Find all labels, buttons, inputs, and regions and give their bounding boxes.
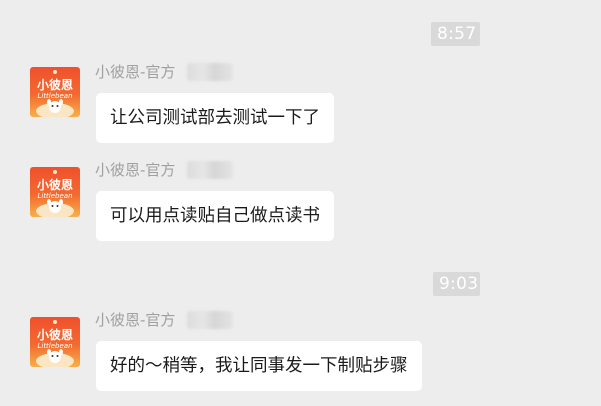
timestamp-badge: 9:03 bbox=[433, 272, 480, 296]
sender-row: 小彼恩-官方 bbox=[95, 62, 234, 82]
sender-name: 小彼恩-官方 bbox=[95, 63, 176, 81]
littlebean-logo-icon: 小彼恩 Littlebean bbox=[30, 67, 80, 117]
avatar[interactable]: 小彼恩 Littlebean bbox=[30, 167, 80, 217]
logo-cn-text: 小彼恩 bbox=[37, 327, 73, 342]
blurred-tag bbox=[187, 161, 234, 179]
logo-cn-text: 小彼恩 bbox=[37, 77, 73, 92]
blurred-tag bbox=[187, 63, 234, 81]
littlebean-logo-icon: 小彼恩 Littlebean bbox=[30, 317, 80, 367]
message-bubble[interactable]: 让公司测试部去测试一下了 bbox=[96, 93, 334, 143]
message-bubble[interactable]: 好的～稍等，我让同事发一下制贴步骤 bbox=[96, 341, 422, 391]
sender-name: 小彼恩-官方 bbox=[95, 161, 176, 179]
message-bubble[interactable]: 可以用点读贴自己做点读书 bbox=[96, 191, 334, 241]
littlebean-logo-icon: 小彼恩 Littlebean bbox=[30, 167, 80, 217]
sender-name: 小彼恩-官方 bbox=[95, 311, 176, 329]
sender-row: 小彼恩-官方 bbox=[95, 160, 234, 180]
logo-en-text: Littlebean bbox=[37, 92, 72, 100]
avatar[interactable]: 小彼恩 Littlebean bbox=[30, 67, 80, 117]
timestamp-badge: 8:57 bbox=[431, 22, 480, 46]
sender-row: 小彼恩-官方 bbox=[95, 310, 234, 330]
logo-cn-text: 小彼恩 bbox=[37, 177, 73, 192]
logo-en-text: Littlebean bbox=[37, 342, 72, 350]
blurred-tag bbox=[187, 311, 234, 329]
logo-en-text: Littlebean bbox=[37, 192, 72, 200]
chat-window: 8:57 小彼恩 Littlebean 小彼恩-官方 让公司测试部去测试一下了 … bbox=[0, 0, 601, 406]
avatar[interactable]: 小彼恩 Littlebean bbox=[30, 317, 80, 367]
